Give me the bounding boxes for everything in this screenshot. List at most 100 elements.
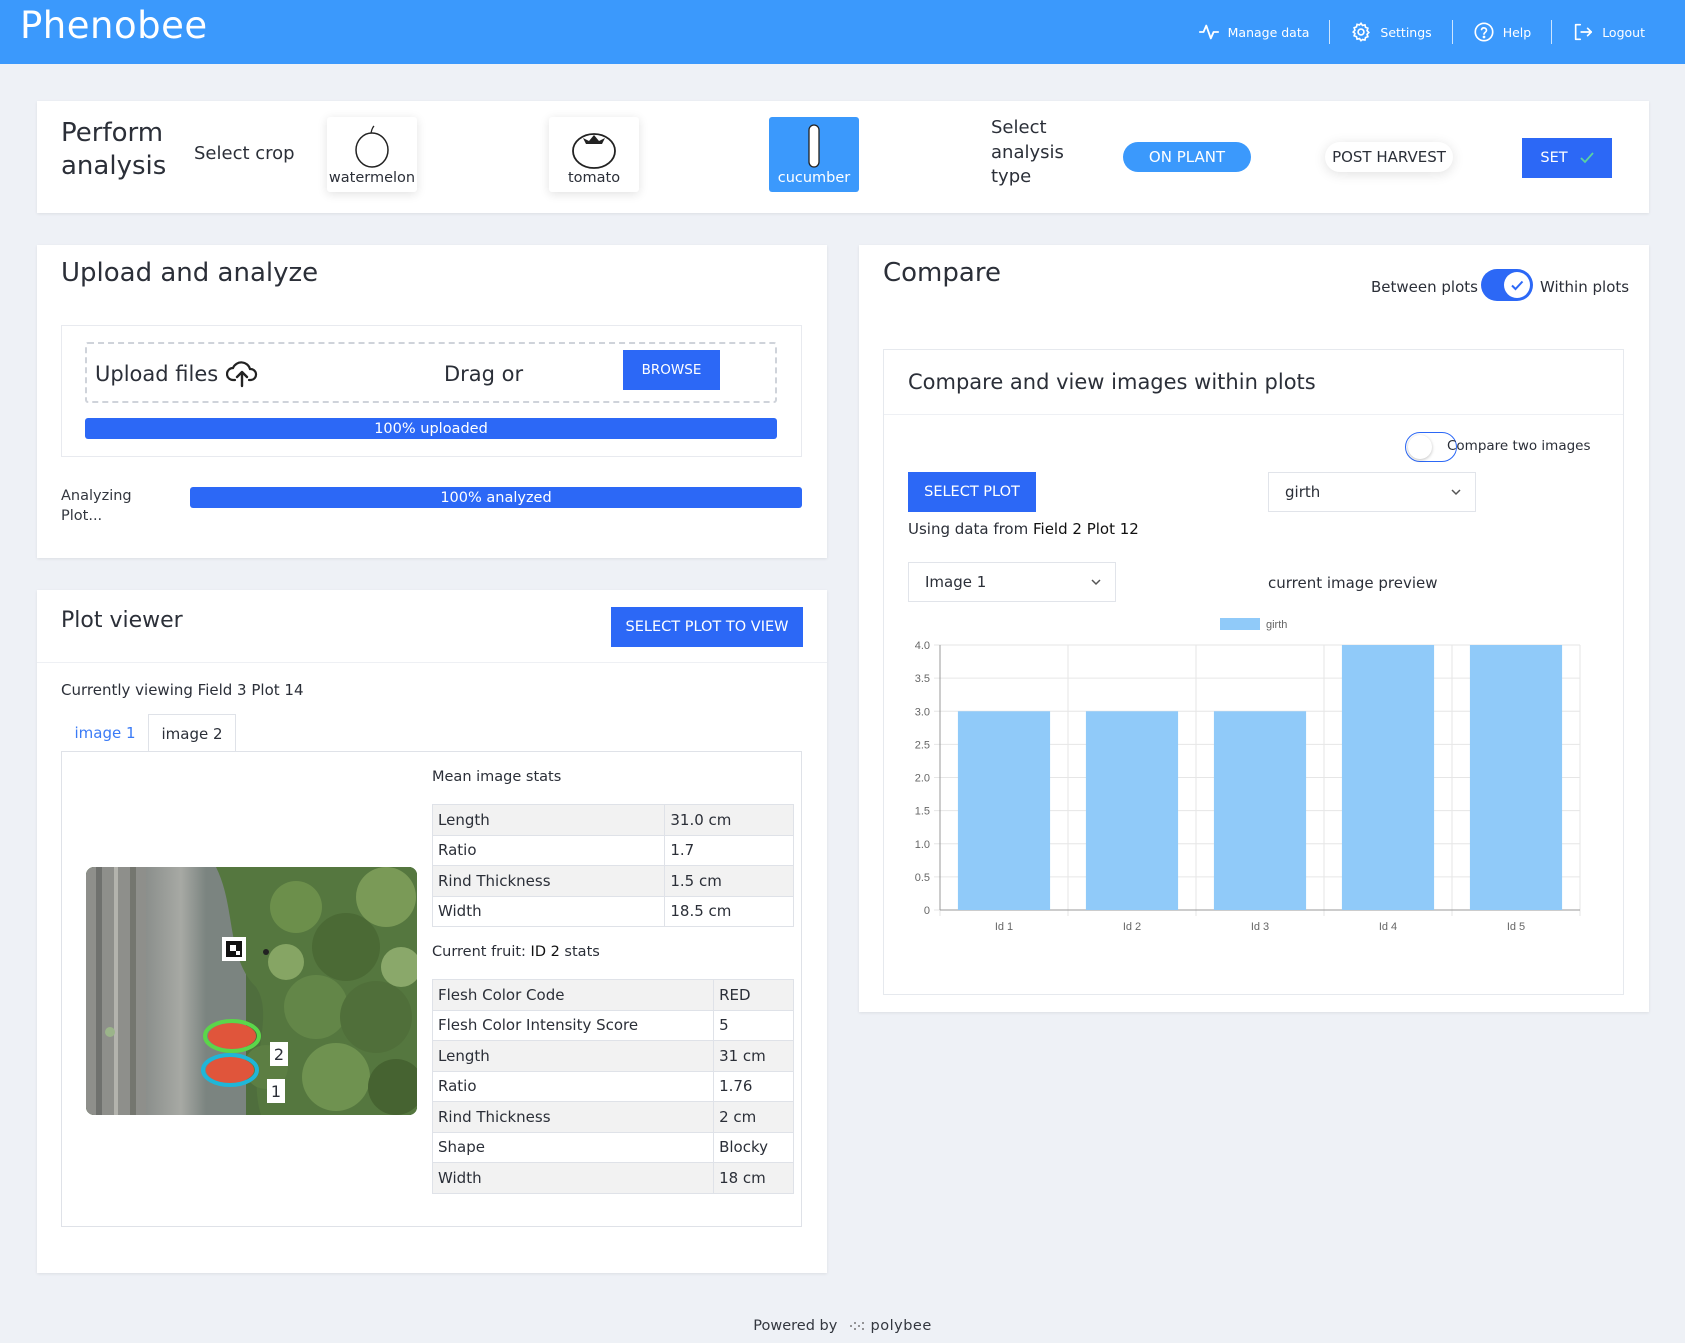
- tab-image-2[interactable]: image 2: [148, 714, 236, 752]
- metric-select-value: girth: [1285, 483, 1321, 501]
- using-data-prefix: Using data from: [908, 520, 1033, 538]
- legend-swatch: [1220, 618, 1260, 630]
- within-plots-toggle[interactable]: [1481, 269, 1533, 301]
- browse-button[interactable]: BROWSE: [623, 350, 720, 390]
- select-plot-button[interactable]: SELECT PLOT: [908, 472, 1036, 512]
- metric-select[interactable]: girth: [1268, 472, 1476, 512]
- current-fruit-suffix: stats: [559, 944, 600, 960]
- current-fruit-prefix: Current fruit:: [432, 944, 531, 960]
- nav-settings-label: Settings: [1380, 24, 1432, 40]
- fruit-label-1[interactable]: 1: [267, 1079, 285, 1103]
- crop-watermelon[interactable]: watermelon: [327, 117, 417, 192]
- bar-3: [1213, 711, 1307, 910]
- plot-image-panel: 2 1 Mean image stats Length 31.0 cm Ratio 1…: [61, 751, 802, 1227]
- current-fruit-label: Current fruit: ID 2 stats: [432, 944, 600, 960]
- x-tick-label: Id 4: [1379, 921, 1397, 933]
- compare-card: Compare Between plots Within plots Compa…: [859, 245, 1649, 1012]
- brand-logo[interactable]: Phenobee: [20, 4, 208, 47]
- current-stat-row: Flesh Color Code RED: [431, 979, 794, 1011]
- compare-two-images-label: Compare two images: [1447, 438, 1591, 454]
- crop-cucumber-label: cucumber: [777, 170, 851, 186]
- perform-analysis-title: Perform analysis: [61, 118, 167, 181]
- chevron-down-icon: [1451, 489, 1461, 496]
- stat-value: 2 cm: [713, 1101, 794, 1133]
- crop-cucumber[interactable]: cucumber: [769, 117, 859, 192]
- top-nav: Manage data Settings Help Logout: [1178, 0, 1665, 64]
- stat-name: Ratio: [431, 834, 666, 866]
- bar-1: [957, 711, 1051, 910]
- stat-name: Flesh Color Code: [431, 979, 715, 1011]
- y-tick-label: 3.5: [915, 673, 930, 685]
- analyzing-label: Analyzing Plot...: [61, 488, 132, 524]
- mean-stats-table: Length 31.0 cm Ratio 1.7 Rind Thickness 1.5 c…: [431, 804, 794, 927]
- cucumber-icon: [808, 124, 820, 168]
- y-tick-label: 3.0: [915, 706, 930, 718]
- image-select-value: Image 1: [925, 573, 987, 591]
- select-plot-to-view-button[interactable]: SELECT PLOT TO VIEW: [611, 607, 803, 647]
- tab-image-1[interactable]: image 1: [61, 714, 149, 752]
- stat-name: Rind Thickness: [431, 865, 666, 897]
- current-stat-row: Shape Blocky: [431, 1131, 794, 1163]
- nav-logout-label: Logout: [1602, 24, 1645, 40]
- stat-name: Length: [431, 1040, 715, 1072]
- set-button[interactable]: SET: [1522, 138, 1612, 178]
- mean-image-stats-label: Mean image stats: [432, 769, 562, 785]
- activity-icon: [1198, 24, 1219, 40]
- help-icon: [1474, 22, 1494, 42]
- stat-value: 1.5 cm: [664, 865, 794, 897]
- mean-stat-row: Ratio 1.7: [431, 834, 794, 866]
- within-plots-label: Within plots: [1540, 278, 1630, 296]
- image-select[interactable]: Image 1: [908, 562, 1116, 602]
- drag-or-label: Drag or: [444, 362, 524, 386]
- stat-name: Flesh Color Intensity Score: [431, 1009, 715, 1041]
- upload-files-text: Upload files: [95, 362, 219, 386]
- footer: Powered by polybee: [0, 1318, 1685, 1334]
- chevron-down-icon: [1091, 579, 1101, 586]
- mean-stat-row: Length 31.0 cm: [431, 804, 794, 836]
- upload-files-label: Upload files: [95, 360, 258, 388]
- currently-viewing-text: Currently viewing Field 3 Plot 14: [61, 681, 304, 699]
- dropzone[interactable]: Upload files Drag or BROWSE: [85, 342, 777, 403]
- top-bar: Phenobee Manage data Settings Help Logou…: [0, 0, 1685, 64]
- fruit-label-2[interactable]: 2: [270, 1042, 288, 1066]
- plot-photo[interactable]: 2 1: [86, 867, 417, 1115]
- bar-2: [1085, 711, 1179, 910]
- mean-stat-row: Width 18.5 cm: [431, 895, 794, 927]
- bar-4: [1341, 645, 1435, 910]
- compare-within-panel: Compare and view images within plots Com…: [883, 349, 1624, 995]
- nav-manage-data[interactable]: Manage data: [1178, 20, 1330, 44]
- divider: [884, 414, 1623, 415]
- stat-value: 31.0 cm: [664, 804, 794, 836]
- upload-analyze-card: Upload and analyze Upload files Drag or …: [37, 245, 827, 558]
- upload-progress-bar: 100% uploaded: [85, 418, 777, 439]
- stat-value: 18.5 cm: [664, 895, 794, 927]
- crop-tomato[interactable]: tomato: [549, 117, 639, 192]
- stat-value: 1.7: [664, 834, 794, 866]
- on-plant-button[interactable]: ON PLANT: [1123, 142, 1251, 172]
- y-tick-label: 2.5: [915, 739, 930, 751]
- nav-settings[interactable]: Settings: [1330, 20, 1451, 44]
- legend-label: girth: [1266, 619, 1287, 631]
- stat-value: Blocky: [713, 1131, 794, 1163]
- stat-name: Width: [431, 895, 666, 927]
- current-image-preview-label: current image preview: [1268, 574, 1438, 592]
- polybee-logo: polybee: [848, 1318, 932, 1334]
- upload-progress-text: 100% uploaded: [374, 420, 488, 437]
- using-data-text: Using data from Field 2 Plot 12: [908, 520, 1139, 538]
- post-harvest-button[interactable]: POST HARVEST: [1325, 142, 1453, 172]
- crop-tomato-label: tomato: [567, 170, 621, 186]
- stat-name: Ratio: [431, 1070, 715, 1102]
- nav-logout[interactable]: Logout: [1552, 20, 1665, 44]
- x-tick-label: Id 1: [995, 921, 1013, 933]
- set-button-label: SET: [1540, 150, 1568, 166]
- using-data-plot: Field 2 Plot 12: [1033, 520, 1139, 538]
- polybee-dots-icon: [849, 1322, 864, 1330]
- x-tick-label: Id 5: [1507, 921, 1525, 933]
- select-crop-label: Select crop: [194, 143, 295, 164]
- compare-title: Compare: [883, 258, 1001, 288]
- girth-bar-chart: 0 0.5 1.0 1.5 2.0 2.5 3.0 3.5 4.0 Id 1 Id 2 Id 3 Id …: [915, 618, 1581, 933]
- current-stat-row: Flesh Color Intensity Score 5: [431, 1009, 794, 1041]
- current-stat-row: Width 18 cm: [431, 1162, 794, 1194]
- nav-help[interactable]: Help: [1453, 20, 1552, 44]
- stat-name: Width: [431, 1162, 715, 1194]
